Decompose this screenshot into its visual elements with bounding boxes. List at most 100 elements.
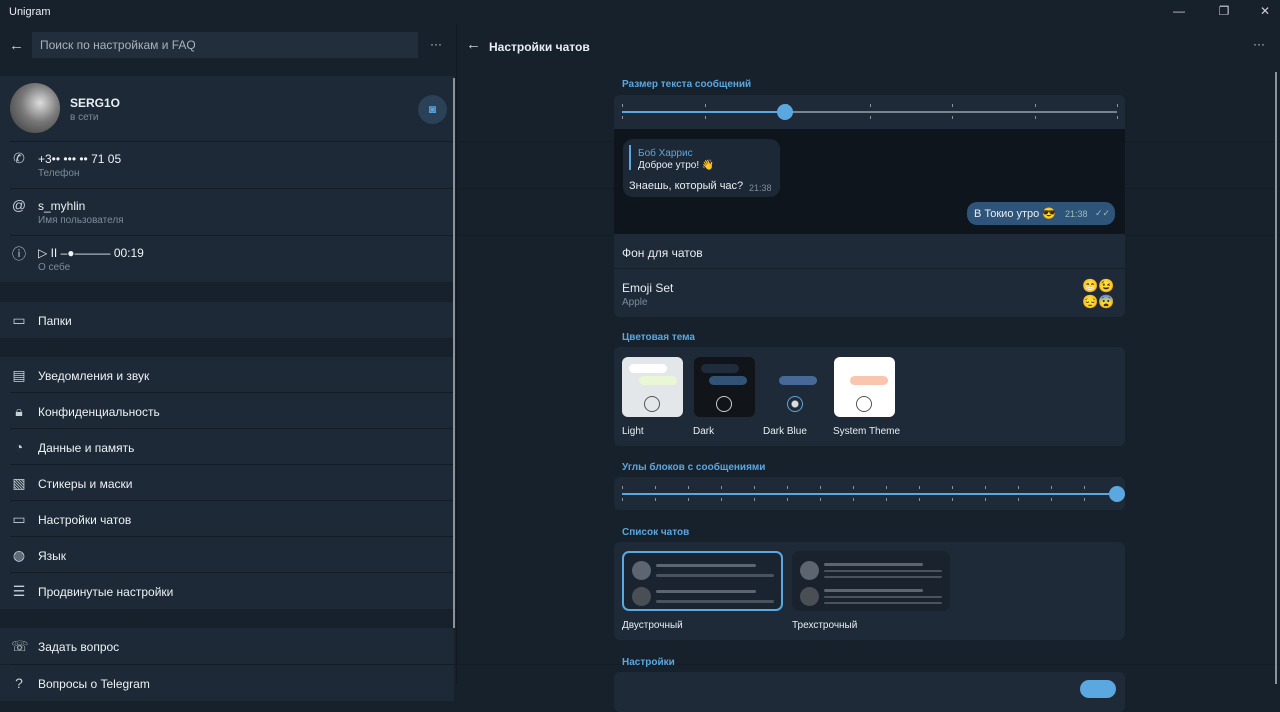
sidebar-item-ask[interactable]: ☏ Задать вопрос bbox=[0, 628, 454, 664]
sidebar-item[interactable]: 🔒︎ Конфиденциальность bbox=[0, 393, 454, 429]
slider-tick bbox=[886, 486, 887, 489]
chat-background-row[interactable]: Фон для чатов bbox=[614, 234, 1125, 269]
sliders-icon: ☰ bbox=[12, 583, 26, 599]
slider-tick bbox=[952, 116, 953, 119]
more-button[interactable]: ··· bbox=[430, 37, 442, 51]
slider-tick bbox=[1051, 498, 1052, 501]
slider-tick bbox=[705, 104, 706, 107]
slider-tick bbox=[688, 486, 689, 489]
emoji-set-value: Apple bbox=[622, 297, 648, 308]
reply-name: Боб Харрис bbox=[638, 148, 693, 159]
slider-tick bbox=[1084, 498, 1085, 501]
section-header: Размер текста сообщений bbox=[622, 79, 752, 90]
theme-label: Dark bbox=[693, 426, 715, 437]
corners-slider[interactable] bbox=[622, 485, 1125, 503]
slider-tick bbox=[870, 116, 871, 119]
slider-tick bbox=[820, 498, 821, 501]
outgoing-text: В Токио утро 😎 bbox=[974, 208, 1057, 220]
text-size-slider[interactable] bbox=[622, 103, 1118, 121]
avatar[interactable] bbox=[10, 83, 60, 133]
chat-list-card: Двустрочный Трехстрочный bbox=[614, 542, 1125, 640]
theme-radio[interactable] bbox=[716, 396, 732, 412]
sidebar-item-label: Продвинутые настройки bbox=[38, 585, 174, 599]
slider-tick bbox=[622, 486, 623, 489]
theme-dark-blue[interactable] bbox=[765, 357, 826, 417]
theme-label: Dark Blue bbox=[763, 426, 807, 437]
slider-tick bbox=[1035, 116, 1036, 119]
phone-label: Телефон bbox=[38, 168, 80, 179]
toggle-switch[interactable] bbox=[1080, 680, 1116, 698]
theme-radio[interactable] bbox=[856, 396, 872, 412]
theme-label: System Theme bbox=[833, 426, 901, 437]
slider-tick bbox=[985, 498, 986, 501]
slider-tick bbox=[886, 498, 887, 501]
bio-value: ▷ II –●——— 00:19 bbox=[38, 246, 144, 260]
bio-row[interactable]: ⓘ ▷ II –●——— 00:19 О себе bbox=[0, 236, 454, 282]
incoming-time: 21:38 bbox=[749, 183, 772, 193]
right-scrollbar[interactable] bbox=[1275, 72, 1277, 684]
theme-system[interactable] bbox=[834, 357, 895, 417]
chat-list-two-line[interactable] bbox=[622, 551, 783, 611]
sidebar-item[interactable]: ▤ Уведомления и звук bbox=[0, 357, 454, 393]
slider-fill bbox=[622, 111, 786, 113]
emoji-set-row[interactable]: Emoji Set Apple 😁😉😔😨 bbox=[614, 270, 1125, 317]
phone-row[interactable]: ✆ +3•• ••• •• 71 05 Телефон bbox=[0, 142, 454, 188]
theme-radio[interactable] bbox=[644, 396, 660, 412]
slider-tick bbox=[1035, 104, 1036, 107]
slider-tick bbox=[919, 486, 920, 489]
sidebar-item-label: Папки bbox=[38, 314, 72, 328]
minimize-button[interactable]: — bbox=[1164, 4, 1194, 22]
maximize-button[interactable]: ❐ bbox=[1209, 4, 1239, 22]
slider-tick bbox=[820, 486, 821, 489]
slider-tick bbox=[1051, 486, 1052, 489]
slider-tick bbox=[952, 486, 953, 489]
back-arrow-icon[interactable]: ← bbox=[466, 36, 481, 53]
ask-icon: ☏ bbox=[11, 638, 29, 654]
sidebar-item[interactable]: ▧ Стикеры и маски bbox=[0, 465, 454, 501]
close-button[interactable]: ✕ bbox=[1250, 4, 1280, 22]
more-button[interactable]: ··· bbox=[1253, 37, 1265, 51]
slider-tick bbox=[655, 486, 656, 489]
back-arrow-icon[interactable]: ← bbox=[9, 37, 24, 54]
slider-knob[interactable] bbox=[1109, 486, 1125, 502]
left-scrollbar[interactable] bbox=[453, 78, 455, 628]
sidebar-item[interactable]: ☰ Продвинутые настройки bbox=[0, 573, 454, 609]
chat-list-label: Трехстрочный bbox=[792, 620, 858, 631]
question-icon: ? bbox=[15, 675, 23, 691]
emoji-preview: 😁😉😔😨 bbox=[1082, 278, 1115, 309]
slider-tick bbox=[1018, 498, 1019, 501]
sidebar-item-label: Настройки чатов bbox=[38, 513, 132, 527]
sidebar-item[interactable]: ◍ Язык bbox=[0, 537, 454, 573]
theme-light[interactable] bbox=[622, 357, 683, 417]
slider-knob[interactable] bbox=[777, 104, 794, 120]
outgoing-bubble: В Токио утро 😎 21:38 ✓✓ bbox=[967, 202, 1115, 225]
sidebar-item-label: Вопросы о Telegram bbox=[38, 677, 150, 691]
chat-list-three-line[interactable] bbox=[792, 551, 950, 611]
theme-radio-selected[interactable] bbox=[787, 396, 803, 412]
theme-card: Light Dark Dark Blue System Theme bbox=[614, 347, 1125, 446]
notifications-icon: ▤ bbox=[12, 367, 26, 383]
page-title: Настройки чатов bbox=[489, 40, 590, 54]
slider-tick bbox=[688, 498, 689, 501]
sidebar-item-label: Уведомления и звук bbox=[38, 369, 150, 383]
settings-card bbox=[614, 672, 1125, 712]
camera-icon[interactable]: ◙ bbox=[418, 95, 447, 124]
incoming-text: Знаешь, который час? bbox=[629, 180, 744, 192]
slider-tick bbox=[655, 498, 656, 501]
phone-value: +3•• ••• •• 71 05 bbox=[38, 152, 122, 166]
username-row[interactable]: @ s_myhlin Имя пользователя bbox=[0, 189, 454, 235]
settings-search-input[interactable] bbox=[32, 32, 418, 58]
slider-tick bbox=[622, 104, 623, 107]
slider-tick bbox=[952, 498, 953, 501]
phone-icon: ✆ bbox=[13, 150, 25, 166]
sidebar-item-faq[interactable]: ? Вопросы о Telegram bbox=[0, 665, 454, 701]
sidebar-item-label: Конфиденциальность bbox=[38, 405, 160, 419]
sidebar-item[interactable]: ▭ Настройки чатов bbox=[0, 501, 454, 537]
pane-divider bbox=[456, 24, 457, 684]
chat-icon: ▭ bbox=[12, 511, 26, 527]
theme-dark[interactable] bbox=[694, 357, 755, 417]
double-check-icon: ✓✓ bbox=[1095, 208, 1111, 218]
sidebar-item-folders[interactable]: ▭ Папки bbox=[0, 302, 454, 338]
slider-tick bbox=[919, 498, 920, 501]
sidebar-item[interactable]: ◔ Данные и память bbox=[0, 429, 454, 465]
